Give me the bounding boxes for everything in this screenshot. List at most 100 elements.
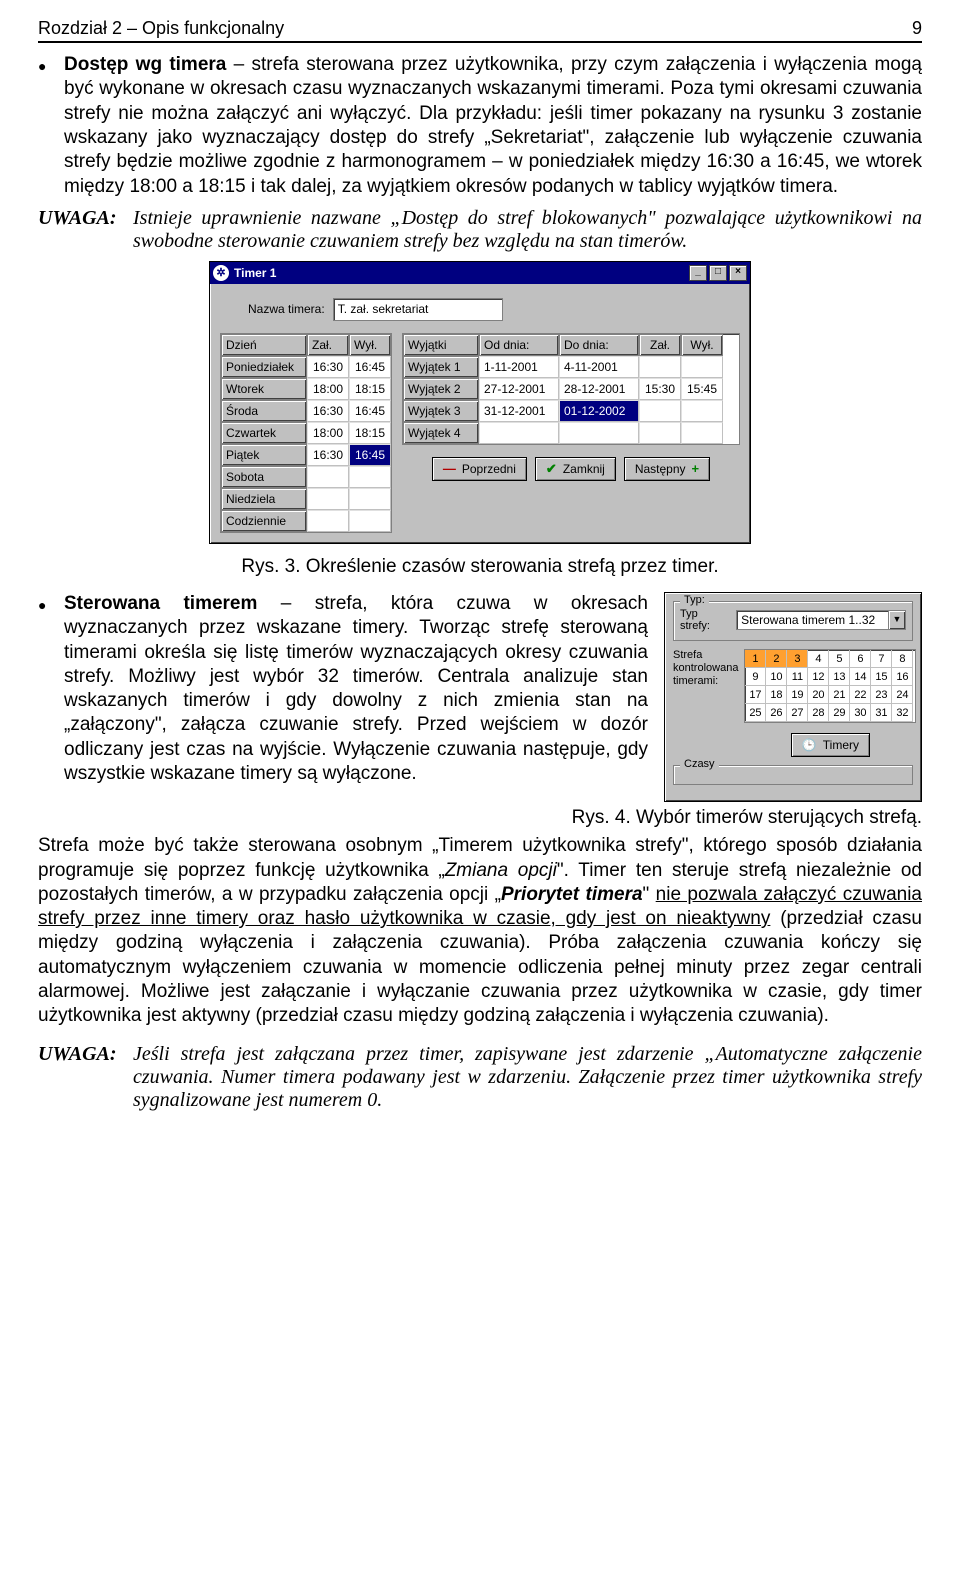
table-row[interactable]: Wyjątek 11-11-20014-11-2001: [403, 356, 739, 378]
timer-cell-3[interactable]: 3: [787, 650, 808, 668]
timer-cell-7[interactable]: 7: [871, 650, 892, 668]
timer-cell-5[interactable]: 5: [829, 650, 850, 668]
table-row[interactable]: Wtorek18:0018:15: [221, 378, 391, 400]
timer-cell-2[interactable]: 2: [766, 650, 787, 668]
minimize-button[interactable]: _: [689, 265, 707, 281]
timery-button[interactable]: 🕒 Timery: [791, 733, 870, 757]
timer-cell-14[interactable]: 14: [850, 668, 871, 686]
day-off[interactable]: 16:45: [349, 356, 391, 378]
day-on[interactable]: [307, 488, 349, 510]
timer-cell-26[interactable]: 26: [766, 704, 787, 722]
timer-cell-25[interactable]: 25: [745, 704, 766, 722]
timer-cell-9[interactable]: 9: [745, 668, 766, 686]
timer-cell-1[interactable]: 1: [745, 650, 766, 668]
timer-cell-13[interactable]: 13: [829, 668, 850, 686]
timer-cell-19[interactable]: 19: [787, 686, 808, 704]
timer-window: ✲ Timer 1 _ □ × Nazwa timera: T. zał. se…: [209, 261, 751, 544]
timer-number-grid[interactable]: 1234567891011121314151617181920212223242…: [744, 649, 916, 723]
timer-cell-23[interactable]: 23: [871, 686, 892, 704]
timer-cell-18[interactable]: 18: [766, 686, 787, 704]
day-off[interactable]: 18:15: [349, 378, 391, 400]
exc-to[interactable]: 28-12-2001: [559, 378, 639, 400]
timer-cell-20[interactable]: 20: [808, 686, 829, 704]
timery-label: Timery: [823, 738, 859, 752]
exc-from[interactable]: 27-12-2001: [479, 378, 559, 400]
timer-cell-28[interactable]: 28: [808, 704, 829, 722]
day-name: Piątek: [221, 444, 307, 466]
table-row[interactable]: Wyjątek 4: [403, 422, 739, 444]
paragraph-3: Strefa może być także sterowana osobnym …: [38, 834, 922, 1029]
exc-from[interactable]: 1-11-2001: [479, 356, 559, 378]
day-off[interactable]: [349, 510, 391, 532]
timer-cell-12[interactable]: 12: [808, 668, 829, 686]
timer-cell-15[interactable]: 15: [871, 668, 892, 686]
timer-cell-8[interactable]: 8: [892, 650, 913, 668]
table-row[interactable]: Czwartek18:0018:15: [221, 422, 391, 444]
timer-cell-10[interactable]: 10: [766, 668, 787, 686]
exceptions-table: Wyjątki Od dnia: Do dnia: Zał. Wył. Wyją…: [402, 333, 740, 445]
next-button[interactable]: Następny +: [624, 457, 710, 481]
table-row[interactable]: Codziennie: [221, 510, 391, 532]
table-row[interactable]: Sobota: [221, 466, 391, 488]
prev-button[interactable]: — Poprzedni: [432, 457, 527, 481]
timer-cell-29[interactable]: 29: [829, 704, 850, 722]
table-row[interactable]: Niedziela: [221, 488, 391, 510]
window-title: Timer 1: [234, 266, 276, 280]
note2-label: UWAGA:: [38, 1043, 133, 1112]
timer-cell-30[interactable]: 30: [850, 704, 871, 722]
exc-from[interactable]: [479, 422, 559, 444]
timer-cell-21[interactable]: 21: [829, 686, 850, 704]
table-row[interactable]: Piątek16:3016:45: [221, 444, 391, 466]
day-on[interactable]: [307, 510, 349, 532]
exc-off[interactable]: [681, 400, 723, 422]
timer-cell-11[interactable]: 11: [787, 668, 808, 686]
exc-name: Wyjątek 3: [403, 400, 479, 422]
exc-from[interactable]: 31-12-2001: [479, 400, 559, 422]
day-off[interactable]: 18:15: [349, 422, 391, 444]
exc-off[interactable]: [681, 356, 723, 378]
table-row[interactable]: Poniedziałek16:3016:45: [221, 356, 391, 378]
exc-off[interactable]: 15:45: [681, 378, 723, 400]
day-off[interactable]: 16:45: [349, 400, 391, 422]
col-off: Wył.: [349, 334, 391, 356]
timer-cell-32[interactable]: 32: [892, 704, 913, 722]
day-off[interactable]: [349, 488, 391, 510]
exc-to[interactable]: [559, 422, 639, 444]
exc-on[interactable]: 15:30: [639, 378, 681, 400]
table-row[interactable]: Wyjątek 227-12-200128-12-200115:3015:45: [403, 378, 739, 400]
timer-cell-6[interactable]: 6: [850, 650, 871, 668]
close-button[interactable]: ×: [729, 265, 747, 281]
exc-to[interactable]: 01-12-2002: [559, 400, 639, 422]
close-dialog-button[interactable]: ✔ Zamknij: [535, 457, 616, 481]
chevron-down-icon[interactable]: ▼: [888, 611, 905, 629]
exc-on[interactable]: [639, 400, 681, 422]
table-row[interactable]: Wyjątek 331-12-200101-12-2002: [403, 400, 739, 422]
exc-off[interactable]: [681, 422, 723, 444]
exc-to[interactable]: 4-11-2001: [559, 356, 639, 378]
timer-cell-31[interactable]: 31: [871, 704, 892, 722]
day-on[interactable]: 16:30: [307, 356, 349, 378]
kontrol-label: Strefa kontrolowana timerami:: [673, 649, 738, 689]
table-row[interactable]: Środa16:3016:45: [221, 400, 391, 422]
day-off[interactable]: [349, 466, 391, 488]
timer-name-input[interactable]: T. zał. sekretariat: [333, 298, 503, 321]
timer-cell-24[interactable]: 24: [892, 686, 913, 704]
maximize-button[interactable]: □: [709, 265, 727, 281]
exc-on[interactable]: [639, 422, 681, 444]
timer-cell-4[interactable]: 4: [808, 650, 829, 668]
timer-cell-27[interactable]: 27: [787, 704, 808, 722]
day-on[interactable]: 16:30: [307, 444, 349, 466]
titlebar[interactable]: ✲ Timer 1 _ □ ×: [210, 262, 750, 284]
timer-cell-17[interactable]: 17: [745, 686, 766, 704]
exc-on[interactable]: [639, 356, 681, 378]
day-on[interactable]: 18:00: [307, 378, 349, 400]
day-on[interactable]: [307, 466, 349, 488]
figure-4-caption: Rys. 4. Wybór timerów sterujących strefą…: [38, 806, 922, 830]
day-on[interactable]: 16:30: [307, 400, 349, 422]
zone-type-combo[interactable]: Sterowana timerem 1..32 ▼: [736, 610, 906, 630]
timer-cell-22[interactable]: 22: [850, 686, 871, 704]
day-on[interactable]: 18:00: [307, 422, 349, 444]
day-name: Poniedziałek: [221, 356, 307, 378]
day-off[interactable]: 16:45: [349, 444, 391, 466]
timer-cell-16[interactable]: 16: [892, 668, 913, 686]
